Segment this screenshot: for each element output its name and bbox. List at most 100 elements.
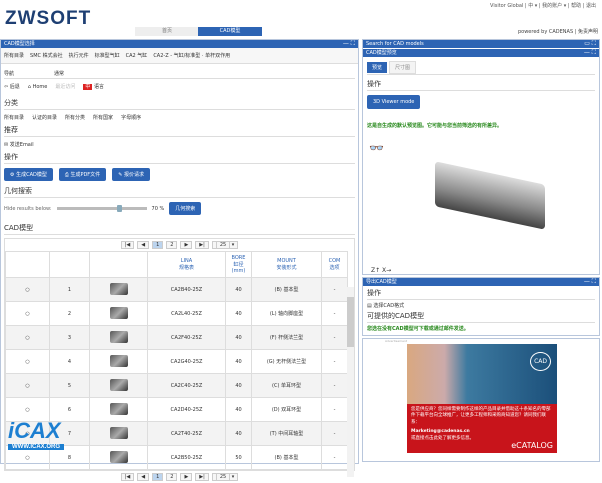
panel-controls[interactable]: — ⛶ xyxy=(343,40,355,48)
tab-preview[interactable]: 预览 xyxy=(367,62,388,73)
row-radio[interactable]: ○ xyxy=(5,325,50,350)
category-link[interactable]: 字母顺序 xyxy=(121,114,141,121)
ad-panel: Advertisement CAD 您是供应商？您同样需要制作这样的产品目录并借… xyxy=(362,338,600,462)
scrollbar-thumb[interactable] xyxy=(347,297,354,347)
language-link[interactable]: 中 语言 xyxy=(83,83,104,90)
home-link[interactable]: ⌂ Home xyxy=(28,84,48,90)
table-row[interactable]: ○ 4 CA2G40-25Z 40 (G) 无杆侧法兰型 - xyxy=(5,349,348,374)
recent-link[interactable]: 最近访问 xyxy=(55,83,75,90)
category-link[interactable]: 所有国家 xyxy=(93,114,113,121)
row-radio[interactable]: ○ xyxy=(5,301,50,326)
next-page-button[interactable]: ▶ xyxy=(180,473,193,481)
page-size-select[interactable]: 25 ▾ xyxy=(211,241,239,249)
row-index: 1 xyxy=(49,277,90,302)
home-label: Home xyxy=(32,83,48,90)
row-mount: (L) 轴向脚座型 xyxy=(251,301,322,326)
col-bore[interactable]: BORE 缸径 (mm) xyxy=(225,251,252,278)
col-select xyxy=(5,251,50,278)
ad-label: Advertisement xyxy=(385,339,408,343)
row-bore: 40 xyxy=(225,325,252,350)
part-thumbnail xyxy=(89,373,148,398)
similarity-slider[interactable] xyxy=(56,205,147,212)
row-lina: CA2F40-25Z xyxy=(147,325,226,350)
row-bore: 40 xyxy=(225,397,252,422)
table-row[interactable]: ○ 3 CA2F40-25Z 40 (F) 杆侧法兰型 - xyxy=(5,325,348,350)
row-radio[interactable]: ○ xyxy=(5,373,50,398)
panel-controls[interactable]: ▭ ⛶ xyxy=(584,40,596,48)
tab-cad-model[interactable]: CAD模型 xyxy=(198,27,262,36)
prev-page-button[interactable]: ◀ xyxy=(137,473,150,481)
panel-controls[interactable]: — ⛶ xyxy=(584,49,596,57)
back-link[interactable]: ⇦ 后退 xyxy=(4,83,20,90)
row-lina: CA2B40-25Z xyxy=(147,277,226,302)
row-index: 3 xyxy=(49,325,90,350)
col-com[interactable]: COM 选项 xyxy=(321,251,348,278)
prev-page-button[interactable]: ◀ xyxy=(137,241,150,249)
row-mount: (T) 中间耳轴型 xyxy=(251,421,322,446)
cad-model-heading: CAD模型 xyxy=(4,223,355,235)
first-page-button[interactable]: |◀ xyxy=(120,241,135,249)
quote-request-button[interactable]: ✎ 报价请求 xyxy=(112,168,150,181)
top-links[interactable]: Visitor Global | 中 ▾ | 我的账户 ▾ | 帮助 | 退出 xyxy=(490,2,596,9)
row-bore: 40 xyxy=(225,373,252,398)
row-lina: CA2C40-25Z xyxy=(147,373,226,398)
email-link[interactable]: ✉ 发送Email xyxy=(4,141,34,148)
row-index: 5 xyxy=(49,373,90,398)
col-index xyxy=(49,251,90,278)
breadcrumb-item[interactable]: 执行元件 xyxy=(69,52,89,59)
part-thumbnail xyxy=(89,445,148,470)
breadcrumb-item[interactable]: 所有目录 xyxy=(4,52,24,59)
page-1[interactable]: 1 xyxy=(152,241,164,249)
cad-model-select-panel: CAD模型选择 — ⛶ 所有目录 SMC 株式会社 执行元件 标准型气缸 CA2 … xyxy=(0,39,359,481)
row-bore: 40 xyxy=(225,421,252,446)
first-page-button[interactable]: |◀ xyxy=(120,473,135,481)
tab-dimension[interactable]: 尺寸图 xyxy=(389,61,417,74)
table-row[interactable]: ○ 1 CA2B40-25Z 40 (B) 基本型 - xyxy=(5,277,348,302)
tab-home[interactable]: 首页 xyxy=(135,27,199,36)
last-page-button[interactable]: ▶| xyxy=(195,473,209,481)
col-mount[interactable]: MOUNT 安装形式 xyxy=(251,251,322,278)
table-scrollbar[interactable] xyxy=(347,287,354,477)
row-com: - xyxy=(321,373,348,398)
page-2[interactable]: 2 xyxy=(166,241,178,249)
ad-banner[interactable]: CAD 您是供应商？您同样需要制作这样的产品目录并借助这十条知名的零部件下载平台… xyxy=(407,344,557,453)
table-row[interactable]: ○ 2 CA2L40-25Z 40 (L) 轴向脚座型 - xyxy=(5,301,348,326)
row-com: - xyxy=(321,301,348,326)
top-pager: |◀ ◀ 12 ▶ ▶| 25 ▾ xyxy=(5,239,354,251)
table-row[interactable]: ○ 5 CA2C40-25Z 40 (C) 单耳环型 - xyxy=(5,373,348,398)
part-thumbnail xyxy=(89,325,148,350)
category-link[interactable]: 所有目录 xyxy=(4,114,24,121)
row-radio[interactable]: ○ xyxy=(5,349,50,374)
panel-controls[interactable]: — ⛶ xyxy=(584,278,596,286)
generate-pdf-button[interactable]: ⎙ 生成PDF文件 xyxy=(58,168,107,181)
breadcrumb-item[interactable]: CA2-Z - 气缸/标准型 · 单杆双作用 xyxy=(153,52,230,59)
ad-text: 您是供应商？您同样需要制作这样的产品目录并借助这十条知名的零部件下载平台向全球推… xyxy=(411,407,551,425)
row-radio[interactable]: ○ xyxy=(5,277,50,302)
col-lina[interactable]: LINA 规格表 xyxy=(147,251,226,278)
panel-title: CAD模型预览 xyxy=(366,50,397,56)
3d-viewer-button[interactable]: 3D Viewer mode xyxy=(367,95,421,109)
select-format-label: 选择CAD格式 xyxy=(373,303,405,309)
panel-header: Search for CAD models ▭ ⛶ xyxy=(363,40,599,48)
breadcrumb-item[interactable]: SMC 株式会社 xyxy=(30,52,63,59)
part-thumbnail xyxy=(89,349,148,374)
breadcrumb-item[interactable]: CA2 气缸 xyxy=(126,52,148,59)
geo-search-button[interactable]: 几何搜索 xyxy=(169,202,202,215)
page-2[interactable]: 2 xyxy=(166,473,178,481)
btn-label: 报价请求 xyxy=(123,172,144,178)
category-link[interactable]: 认证的目录 xyxy=(32,114,57,121)
row-mount: (D) 双耳环型 xyxy=(251,397,322,422)
generate-cad-button[interactable]: ⚙ 生成CAD模型 xyxy=(4,168,53,181)
next-page-button[interactable]: ▶ xyxy=(180,241,193,249)
breadcrumb-item[interactable]: 标准型气缸 xyxy=(95,52,120,59)
select-format-link[interactable]: ▤ 选择CAD格式 xyxy=(367,302,595,309)
3d-preview-viewport[interactable]: 👓 Z↑ X→ xyxy=(367,133,595,278)
bottom-pager: |◀ ◀ 12 ▶ ▶| 25 ▾ xyxy=(1,471,358,483)
category-link[interactable]: 所有分类 xyxy=(65,114,85,121)
last-page-button[interactable]: ▶| xyxy=(195,241,209,249)
page-size-select[interactable]: 25 ▾ xyxy=(211,473,239,481)
slider-value: 70 % xyxy=(151,205,165,212)
page-1[interactable]: 1 xyxy=(152,473,164,481)
slider-knob[interactable] xyxy=(116,205,122,212)
row-index: 4 xyxy=(49,349,90,374)
